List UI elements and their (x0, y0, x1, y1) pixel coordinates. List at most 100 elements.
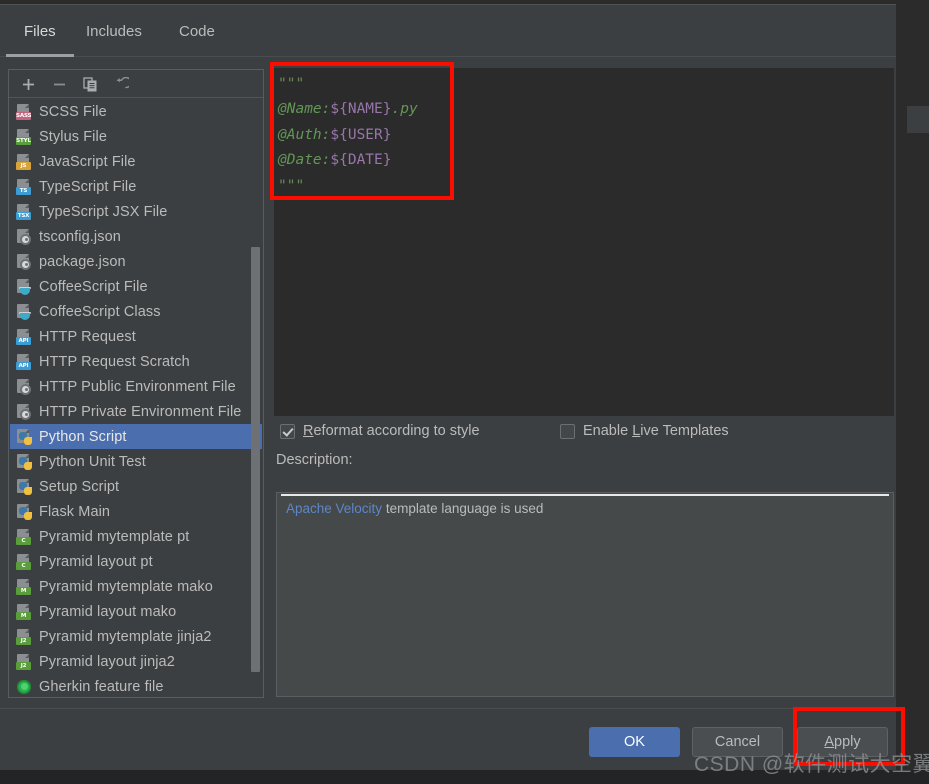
code-line: @Name:${NAME}.py (278, 97, 418, 122)
live-templates-label-head: Enable (583, 423, 633, 439)
reformat-checkbox-box[interactable] (280, 423, 295, 439)
list-item-label: Stylus File (39, 128, 107, 145)
list-item-label: Pyramid layout jinja2 (39, 653, 175, 670)
list-item-label: Python Script (39, 428, 127, 445)
http-public-environment-file-icon (16, 378, 32, 395)
tab-includes[interactable]: Includes (84, 23, 144, 57)
minus-icon[interactable] (48, 73, 71, 95)
list-item-label: HTTP Public Environment File (39, 378, 236, 395)
template-code-editor[interactable]: """ @Name:${NAME}.py @Auth:${USER} @Date:${… (274, 68, 894, 416)
list-item[interactable]: Python Script (10, 424, 262, 449)
list-item-label: Pyramid mytemplate mako (39, 578, 213, 595)
list-item[interactable]: CoffeeScript Class (10, 299, 262, 324)
list-item-label: CoffeeScript File (39, 278, 148, 295)
list-item[interactable]: HTTP Public Environment File (10, 374, 262, 399)
code-token: @Date: (278, 152, 331, 169)
javascript-file-icon: JS (16, 153, 32, 170)
list-item-label: Pyramid layout mako (39, 603, 177, 620)
list-item-label: HTTP Request Scratch (39, 353, 190, 370)
copy-icon[interactable] (79, 73, 102, 95)
tsconfig-json-icon (16, 228, 32, 245)
reformat-mnemonic: R (303, 423, 314, 439)
code-token: @Name: (278, 101, 331, 118)
list-item[interactable]: API HTTP Request (10, 324, 262, 349)
code-token: """ (278, 76, 305, 92)
file-template-list[interactable]: SASS SCSS File STYL Stylus File JS JavaScript… (10, 99, 262, 696)
code-line: """ (278, 72, 418, 97)
list-item[interactable]: HTTP Private Environment File (10, 399, 262, 424)
gherkin-feature-file-icon (16, 679, 32, 695)
list-item-label: TypeScript JSX File (39, 203, 168, 220)
apache-velocity-link[interactable]: Apache Velocity (286, 501, 382, 516)
description-panel: Apache Velocity template language is use… (276, 492, 894, 697)
tab-files[interactable]: Files (6, 23, 74, 57)
description-text: Apache Velocity template language is use… (286, 501, 543, 516)
list-item[interactable]: Gherkin feature file (10, 674, 262, 696)
pyramid-layout-jinja2-icon: J2 (16, 653, 32, 670)
reformat-checkbox[interactable]: Reformat according to style (280, 423, 480, 439)
code-line: """ (278, 174, 418, 199)
list-item-label: Python Unit Test (39, 453, 146, 470)
code-token: """ (278, 177, 305, 194)
csdn-watermark: CSDN @软件测试大空翼 (694, 753, 929, 776)
revert-icon[interactable] (110, 73, 133, 95)
list-item-label: package.json (39, 253, 126, 270)
list-item[interactable]: J2 Pyramid mytemplate jinja2 (10, 624, 262, 649)
list-item-label: HTTP Private Environment File (39, 403, 242, 420)
list-item[interactable]: STYL Stylus File (10, 124, 262, 149)
list-item-label: Setup Script (39, 478, 120, 495)
pyramid-layout-pt-icon: C (16, 553, 32, 570)
reformat-checkbox-label: Reformat according to style (303, 423, 480, 439)
setup-script-icon (16, 478, 32, 495)
list-item[interactable]: Flask Main (10, 499, 262, 524)
sass-file-icon: SASS (16, 103, 32, 120)
python-unit-test-icon (16, 453, 32, 470)
code-token: .py (391, 101, 418, 118)
live-templates-checkbox-label: Enable Live Templates (583, 423, 729, 439)
list-item[interactable]: tsconfig.json (10, 224, 262, 249)
list-item-label: Pyramid mytemplate pt (39, 528, 190, 545)
description-label: Description: (276, 452, 353, 468)
editor-options-row: Reformat according to style Enable Live … (274, 417, 894, 449)
list-item-label: SCSS File (39, 103, 107, 120)
description-rest: template language is used (382, 501, 544, 516)
code-token: ${NAME} (330, 101, 392, 118)
list-item[interactable]: M Pyramid mytemplate mako (10, 574, 262, 599)
list-item[interactable]: Setup Script (10, 474, 262, 499)
ok-button[interactable]: OK (589, 727, 680, 757)
list-item[interactable]: Python Unit Test (10, 449, 262, 474)
list-item[interactable]: JS JavaScript File (10, 149, 262, 174)
template-code-text: """ @Name:${NAME}.py @Auth:${USER} @Date:${… (278, 72, 418, 199)
file-list-scrollbar[interactable] (250, 100, 261, 695)
live-templates-checkbox-box[interactable] (560, 423, 575, 439)
plus-icon[interactable] (17, 73, 40, 95)
list-item[interactable]: M Pyramid layout mako (10, 599, 262, 624)
template-list-panel: SASS SCSS File STYL Stylus File JS JavaScript… (8, 69, 264, 698)
list-item-label: Flask Main (39, 503, 111, 520)
ide-tool-strip (907, 106, 929, 133)
list-item[interactable]: TS TypeScript File (10, 174, 262, 199)
list-item[interactable]: TSX TypeScript JSX File (10, 199, 262, 224)
list-item[interactable]: API HTTP Request Scratch (10, 349, 262, 374)
screenshot-root: Files Includes Code SASS SCSS File STYL … (0, 0, 929, 784)
reformat-label-rest: eformat according to style (313, 423, 480, 439)
pyramid-mytemplate-jinja2-icon: J2 (16, 628, 32, 645)
list-item[interactable]: CoffeeScript File (10, 274, 262, 299)
python-script-icon (16, 428, 32, 445)
list-item[interactable]: C Pyramid mytemplate pt (10, 524, 262, 549)
tab-code[interactable]: Code (177, 23, 217, 57)
list-item-label: Pyramid mytemplate jinja2 (39, 628, 212, 645)
list-item[interactable]: J2 Pyramid layout jinja2 (10, 649, 262, 674)
live-templates-checkbox[interactable]: Enable Live Templates (560, 423, 729, 439)
list-item[interactable]: SASS SCSS File (10, 99, 262, 124)
list-item[interactable]: C Pyramid layout pt (10, 549, 262, 574)
list-item-label: CoffeeScript Class (39, 303, 161, 320)
list-item-label: JavaScript File (39, 153, 136, 170)
file-list-scrollbar-thumb[interactable] (251, 247, 260, 672)
code-line: @Auth:${USER} (278, 123, 418, 148)
code-token: ${USER} (330, 126, 392, 143)
settings-dialog: Files Includes Code SASS SCSS File STYL … (0, 4, 896, 771)
list-item-label: tsconfig.json (39, 228, 121, 245)
list-item-label: Gherkin feature file (39, 678, 164, 695)
list-item[interactable]: package.json (10, 249, 262, 274)
